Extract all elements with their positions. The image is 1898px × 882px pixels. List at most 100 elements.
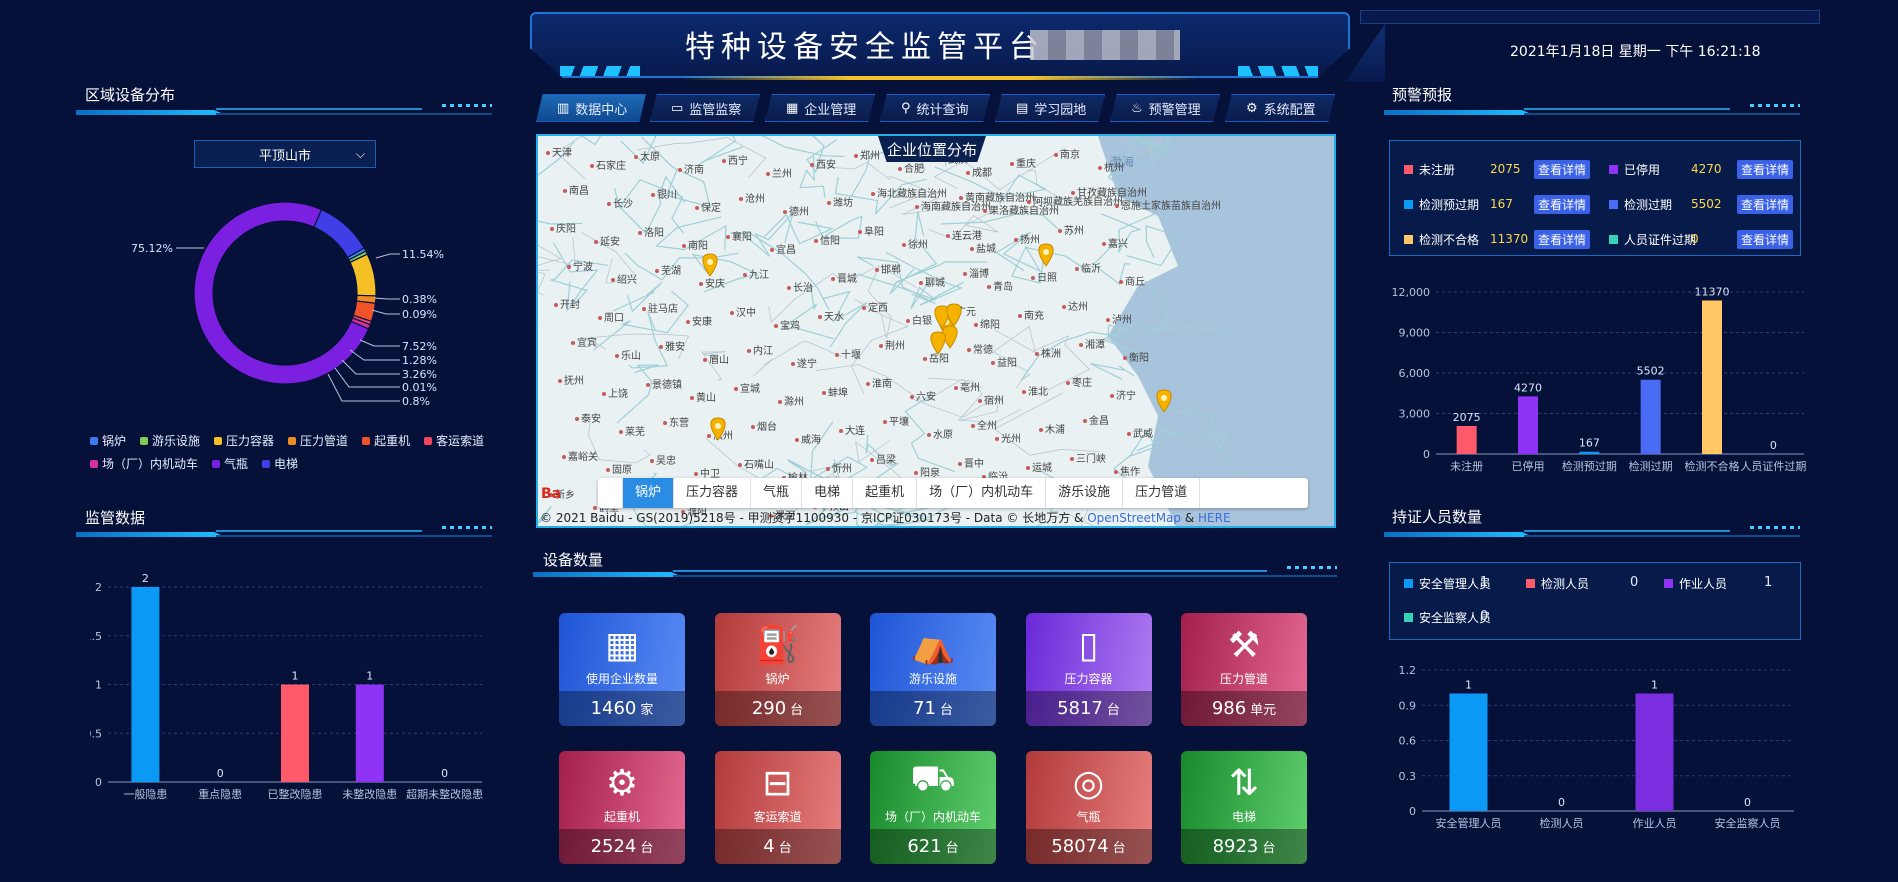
legend-item[interactable]: 游乐设施 (140, 432, 200, 449)
view-detail-button[interactable]: 查看详情 (1534, 159, 1591, 179)
warning-swatch (1609, 199, 1618, 209)
city-label: 吕梁 (876, 453, 896, 466)
device-card[interactable]: ⚒ 压力管道 986 单元 (1181, 613, 1307, 726)
city-dot (1098, 166, 1102, 170)
city-dot (1079, 343, 1083, 347)
osm-link[interactable]: OpenStreetMap (1087, 511, 1181, 525)
legend-item[interactable]: 客运索道 (424, 432, 484, 449)
tab-6[interactable]: ⚙ 系统配置 (1225, 94, 1335, 122)
city-dot (743, 273, 747, 277)
city-label: 雅安 (665, 340, 685, 353)
bar[interactable] (1579, 451, 1600, 454)
device-card[interactable]: ▯ 压力容器 5817 台 (1025, 613, 1152, 726)
map-tab[interactable]: 游乐设施 (1046, 478, 1124, 508)
city-label: 长沙 (613, 198, 633, 210)
device-card[interactable]: ◎ 气瓶 58074 台 (1025, 751, 1152, 864)
city-select[interactable]: 平顶山市 ⌵ (194, 140, 376, 168)
bar[interactable] (1518, 396, 1538, 454)
city-dot (1039, 428, 1043, 432)
view-detail-button[interactable]: 查看详情 (1737, 229, 1794, 249)
bar[interactable] (1702, 300, 1722, 454)
device-card[interactable]: ⛽ 锅炉 290 台 (714, 613, 841, 726)
here-link[interactable]: HERE (1198, 511, 1231, 525)
legend-item[interactable]: 压力容器 (214, 432, 274, 449)
tab-5[interactable]: ♨ 预警管理 (1110, 94, 1220, 122)
tab-3[interactable]: ⚲ 统计查询 (880, 94, 990, 122)
datetime: 2021年1月18日 星期一 下午 16:21:18 (1510, 44, 1761, 60)
bar-value-label: 2075 (1453, 411, 1481, 424)
enterprise-map[interactable]: 渤海天津石家庄太原济南西宁兰州西安郑州合肥武汉成都重庆南京杭州南昌长沙银川保定沧… (536, 134, 1336, 528)
bar[interactable] (281, 684, 309, 783)
bar[interactable] (1456, 425, 1477, 454)
book-icon: ▤ (1016, 100, 1029, 116)
city-dot (854, 154, 858, 158)
tab-0[interactable]: ▥ 数据中心 (536, 94, 646, 122)
legend-item[interactable]: 锅炉 (90, 432, 126, 449)
warning-value: 11370 (1490, 232, 1529, 246)
device-card[interactable]: ⛟ 场（厂）内机动车 621 台 (870, 751, 996, 864)
city-label: 杭州 (1104, 161, 1124, 174)
city-dot (923, 357, 927, 361)
x-tick-label: 人员证件过期 (1740, 460, 1806, 473)
y-tick-label: 6,000 (1399, 367, 1431, 380)
city-dot (550, 227, 554, 231)
map-tab[interactable]: 气瓶 (751, 478, 803, 508)
city-label: 南京 (1060, 148, 1080, 161)
device-card[interactable]: ⇅ 电梯 8923 台 (1181, 751, 1307, 864)
map-tab[interactable]: 起重机 (853, 478, 918, 508)
city-dot (1035, 352, 1039, 356)
city-label: 益阳 (997, 356, 1017, 369)
view-detail-button[interactable]: 查看详情 (1534, 229, 1591, 249)
view-detail-button[interactable]: 查看详情 (1534, 194, 1591, 214)
bar[interactable] (355, 684, 384, 783)
warning-summary: 未注册 2075 查看详情 已停用 4270 查看详情 检测预过期 167 查看详情 检测过期 55… (1389, 140, 1801, 256)
tab-4[interactable]: ▤ 学习园地 (995, 94, 1105, 122)
device-card[interactable]: ⊟ 客运索道 4 台 (714, 751, 841, 864)
map-tab[interactable]: 场（厂）内机动车 (917, 478, 1047, 508)
map-tab[interactable]: 压力容器 (674, 478, 752, 508)
city-dot (726, 235, 730, 239)
city-dot (1058, 229, 1062, 233)
donut-label: 0.8% (402, 395, 430, 408)
city-label: 三门峡 (1076, 452, 1106, 465)
city-label: 连云港 (952, 229, 982, 242)
view-detail-button[interactable]: 查看详情 (1737, 159, 1794, 179)
city-dot (751, 425, 755, 429)
city-dot (995, 437, 999, 441)
device-card[interactable]: ⛺ 游乐设施 71 台 (870, 613, 996, 726)
legend-item[interactable]: 电梯 (262, 455, 298, 472)
city-dot (966, 171, 970, 175)
bar-value-label: 1 (292, 670, 299, 683)
legend-swatch (90, 460, 98, 468)
certified-value: 1 (1480, 575, 1489, 590)
view-detail-button[interactable]: 查看详情 (1737, 194, 1794, 214)
map-tab[interactable]: 压力管道 (1123, 478, 1201, 508)
bar-value-label: 1 (1465, 679, 1472, 692)
certified-item: 安全管理人员 (1404, 575, 1491, 592)
map-tab[interactable]: 锅炉 (623, 478, 675, 508)
city-label: 长治 (793, 281, 813, 294)
legend-item[interactable]: 场（厂）内机动车 (90, 455, 198, 472)
legend-item[interactable]: 气瓶 (212, 455, 248, 472)
bar-value-label: 0 (1744, 796, 1751, 809)
device-card-unit: 台 (945, 841, 959, 856)
city-dot (1110, 394, 1114, 398)
donut-slice[interactable] (349, 253, 377, 297)
tab-1[interactable]: ▭ 监管监察 (650, 94, 760, 122)
city-label: 光州 (1001, 432, 1021, 445)
legend-item[interactable]: 压力管道 (288, 432, 348, 449)
city-dot (730, 311, 734, 315)
bar[interactable] (1640, 379, 1661, 454)
device-card[interactable]: ▦ 使用企业数量 1460 家 (559, 613, 685, 726)
map-tab[interactable]: 电梯 (802, 478, 854, 508)
city-dot (554, 303, 558, 307)
bar[interactable] (1635, 693, 1674, 812)
bar[interactable] (1449, 693, 1488, 812)
device-card[interactable]: ⚙ 起重机 2524 台 (559, 751, 685, 864)
city-dot (814, 239, 818, 243)
city-label: 吴忠 (656, 455, 676, 467)
legend-item[interactable]: 起重机 (362, 432, 410, 449)
city-dot (879, 344, 883, 348)
tab-2[interactable]: ▦ 企业管理 (765, 94, 875, 122)
bar[interactable] (131, 587, 160, 782)
